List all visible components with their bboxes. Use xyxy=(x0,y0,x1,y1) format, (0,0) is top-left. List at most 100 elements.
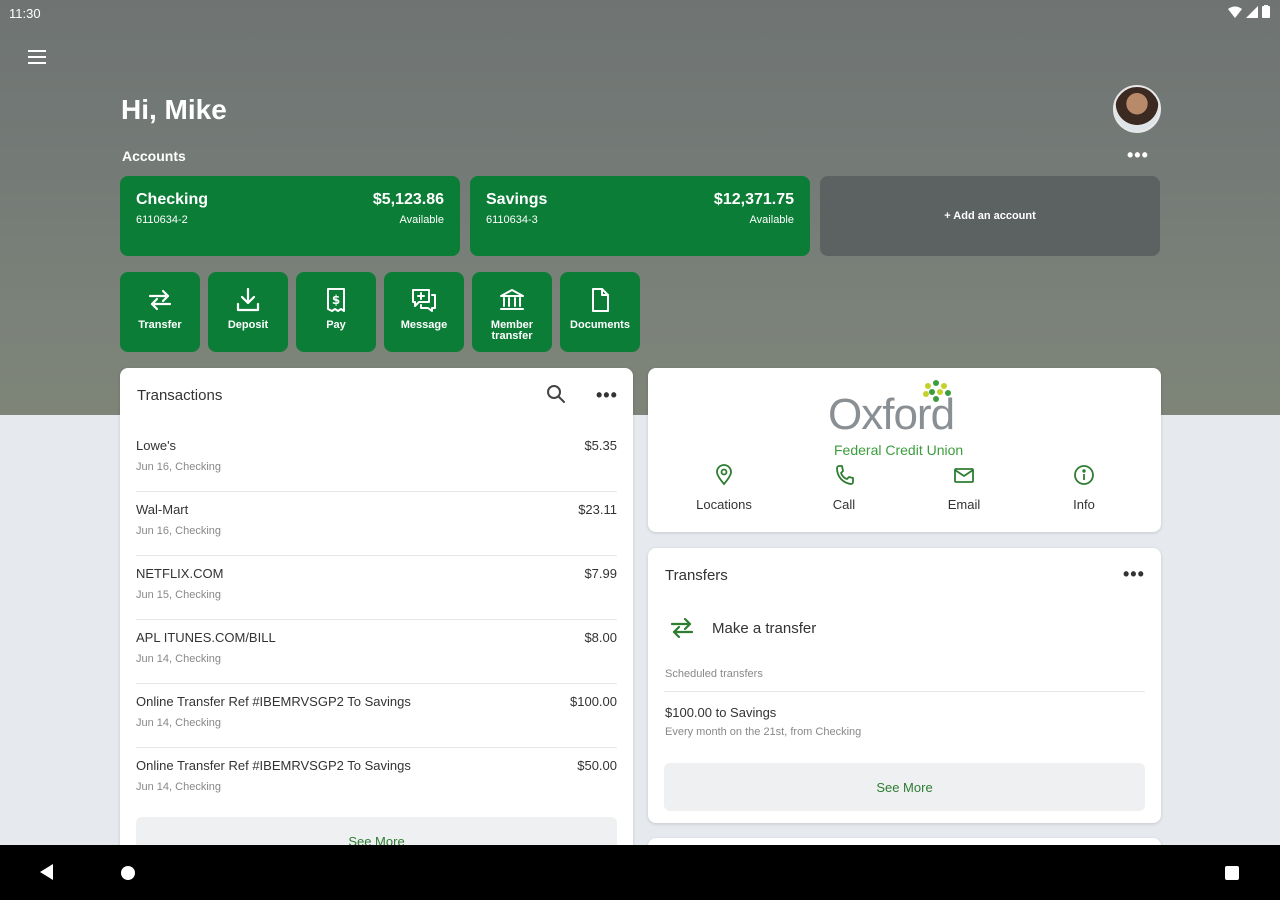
status-time: 11:30 xyxy=(9,6,41,21)
scheduled-transfer-title: $100.00 to Savings xyxy=(665,705,777,720)
account-balance: $12,371.75 xyxy=(713,191,794,208)
scheduled-transfer-detail: Every month on the 21st, from Checking xyxy=(665,726,862,738)
recent-apps-icon[interactable] xyxy=(1225,866,1239,880)
menu-icon[interactable] xyxy=(24,44,50,70)
call-label: Call xyxy=(832,497,856,512)
transactions-card: Transactions ••• Lowe's Jun 16, Checking… xyxy=(120,368,633,868)
account-name: Checking xyxy=(136,191,209,208)
transaction-details: Jun 15, Checking xyxy=(136,589,221,601)
message-button[interactable]: Message xyxy=(384,272,464,352)
action-label: Pay xyxy=(326,319,346,331)
transaction-details: Jun 14, Checking xyxy=(136,781,221,793)
avatar[interactable] xyxy=(1113,85,1161,133)
transfers-card: Transfers ••• Make a transfer Scheduled … xyxy=(648,548,1161,823)
transaction-amount: $23.11 xyxy=(578,502,617,517)
transaction-merchant: APL ITUNES.COM/BILL xyxy=(136,630,276,645)
transaction-row[interactable]: Online Transfer Ref #IBEMRVSGP2 To Savin… xyxy=(136,748,617,812)
oxford-logo: Oxford Federal Credit Union xyxy=(828,380,988,458)
balance-label: Available xyxy=(399,214,444,226)
action-label: Message xyxy=(400,319,448,331)
phone-icon xyxy=(836,465,854,485)
add-account-button[interactable]: + Add an account xyxy=(820,176,1160,256)
transaction-amount: $5.35 xyxy=(584,438,617,453)
transfers-title: Transfers xyxy=(665,567,728,584)
member-transfer-button[interactable]: Member transfer xyxy=(472,272,552,352)
battery-icon xyxy=(1262,5,1270,18)
signal-icon xyxy=(1246,5,1258,18)
logo-subtitle: Federal Credit Union xyxy=(834,442,964,458)
transaction-row[interactable]: Wal-Mart Jun 16, Checking $23.11 xyxy=(136,492,617,556)
back-icon[interactable] xyxy=(40,864,53,880)
deposit-button[interactable]: Deposit xyxy=(208,272,288,352)
scheduled-transfers-label: Scheduled transfers xyxy=(665,668,763,680)
transfer-button[interactable]: Transfer xyxy=(120,272,200,352)
locations-button[interactable]: Locations xyxy=(669,464,779,512)
message-icon xyxy=(412,289,436,312)
home-icon[interactable] xyxy=(121,866,135,880)
location-pin-icon xyxy=(716,464,732,486)
bill-pay-icon: $ xyxy=(327,288,345,312)
deposit-icon xyxy=(236,287,260,312)
pay-button[interactable]: $ Pay xyxy=(296,272,376,352)
transaction-amount: $8.00 xyxy=(584,630,617,645)
transaction-merchant: Online Transfer Ref #IBEMRVSGP2 To Savin… xyxy=(136,694,411,709)
transaction-amount: $100.00 xyxy=(570,694,617,709)
transfers-more-icon[interactable]: ••• xyxy=(1123,565,1145,583)
scheduled-transfer-item[interactable]: $100.00 to Savings Every month on the 21… xyxy=(665,705,1145,738)
email-icon xyxy=(954,468,974,483)
transaction-details: Jun 14, Checking xyxy=(136,717,221,729)
action-label: Deposit xyxy=(227,319,269,331)
transaction-merchant: Online Transfer Ref #IBEMRVSGP2 To Savin… xyxy=(136,758,411,773)
transaction-details: Jun 16, Checking xyxy=(136,525,221,537)
greeting: Hi, Mike xyxy=(121,94,227,125)
transfers-see-more-button[interactable]: See More xyxy=(664,763,1145,811)
transfer-icon xyxy=(670,617,694,639)
wifi-icon xyxy=(1228,6,1242,18)
action-label: Transfer xyxy=(138,319,182,331)
action-label: Member transfer xyxy=(490,319,534,342)
status-bar: 11:30 xyxy=(0,0,1280,26)
transfer-icon xyxy=(148,289,172,311)
transactions-title: Transactions xyxy=(137,387,223,404)
transaction-details: Jun 16, Checking xyxy=(136,461,221,473)
balance-label: Available xyxy=(749,214,794,226)
account-number: 6110634-2 xyxy=(136,214,188,226)
email-label: Email xyxy=(947,497,981,512)
search-icon[interactable] xyxy=(546,384,566,404)
transaction-row[interactable]: NETFLIX.COM Jun 15, Checking $7.99 xyxy=(136,556,617,620)
svg-text:$: $ xyxy=(332,293,340,307)
transactions-more-icon[interactable]: ••• xyxy=(596,386,618,404)
account-card-savings[interactable]: Savings 6110634-3 $12,371.75 Available xyxy=(470,176,810,256)
navigation-bar xyxy=(0,845,1280,900)
call-button[interactable]: Call xyxy=(789,464,899,512)
info-icon xyxy=(1074,465,1094,485)
info-label: Info xyxy=(1073,497,1095,512)
transaction-row[interactable]: Online Transfer Ref #IBEMRVSGP2 To Savin… xyxy=(136,684,617,748)
account-name: Savings xyxy=(486,191,548,208)
transaction-row[interactable]: Lowe's Jun 16, Checking $5.35 xyxy=(136,428,617,492)
info-button[interactable]: Info xyxy=(1029,464,1139,512)
action-label: Documents xyxy=(570,319,630,331)
account-number: 6110634-3 xyxy=(486,214,538,226)
accounts-label: Accounts xyxy=(122,148,186,164)
divider xyxy=(664,691,1145,692)
make-transfer-button[interactable]: Make a transfer xyxy=(664,608,1144,648)
account-balance: $5,123.86 xyxy=(372,191,444,208)
bank-icon xyxy=(500,289,524,310)
accounts-more-icon[interactable]: ••• xyxy=(1127,146,1149,164)
transaction-amount: $7.99 xyxy=(584,566,617,581)
transaction-amount: $50.00 xyxy=(577,758,617,773)
transaction-merchant: NETFLIX.COM xyxy=(136,566,224,581)
logo-wordmark: Oxford xyxy=(828,390,955,439)
status-icons xyxy=(1228,5,1270,18)
document-icon xyxy=(592,288,609,312)
transaction-merchant: Lowe's xyxy=(136,438,177,453)
make-transfer-label: Make a transfer xyxy=(712,620,817,637)
transaction-row[interactable]: APL ITUNES.COM/BILL Jun 14, Checking $8.… xyxy=(136,620,617,684)
documents-button[interactable]: Documents xyxy=(560,272,640,352)
transaction-details: Jun 14, Checking xyxy=(136,653,221,665)
credit-union-card: Oxford Federal Credit Union Locations Ca… xyxy=(648,368,1161,532)
account-card-checking[interactable]: Checking 6110634-2 $5,123.86 Available xyxy=(120,176,460,256)
email-button[interactable]: Email xyxy=(909,464,1019,512)
locations-label: Locations xyxy=(696,497,752,512)
